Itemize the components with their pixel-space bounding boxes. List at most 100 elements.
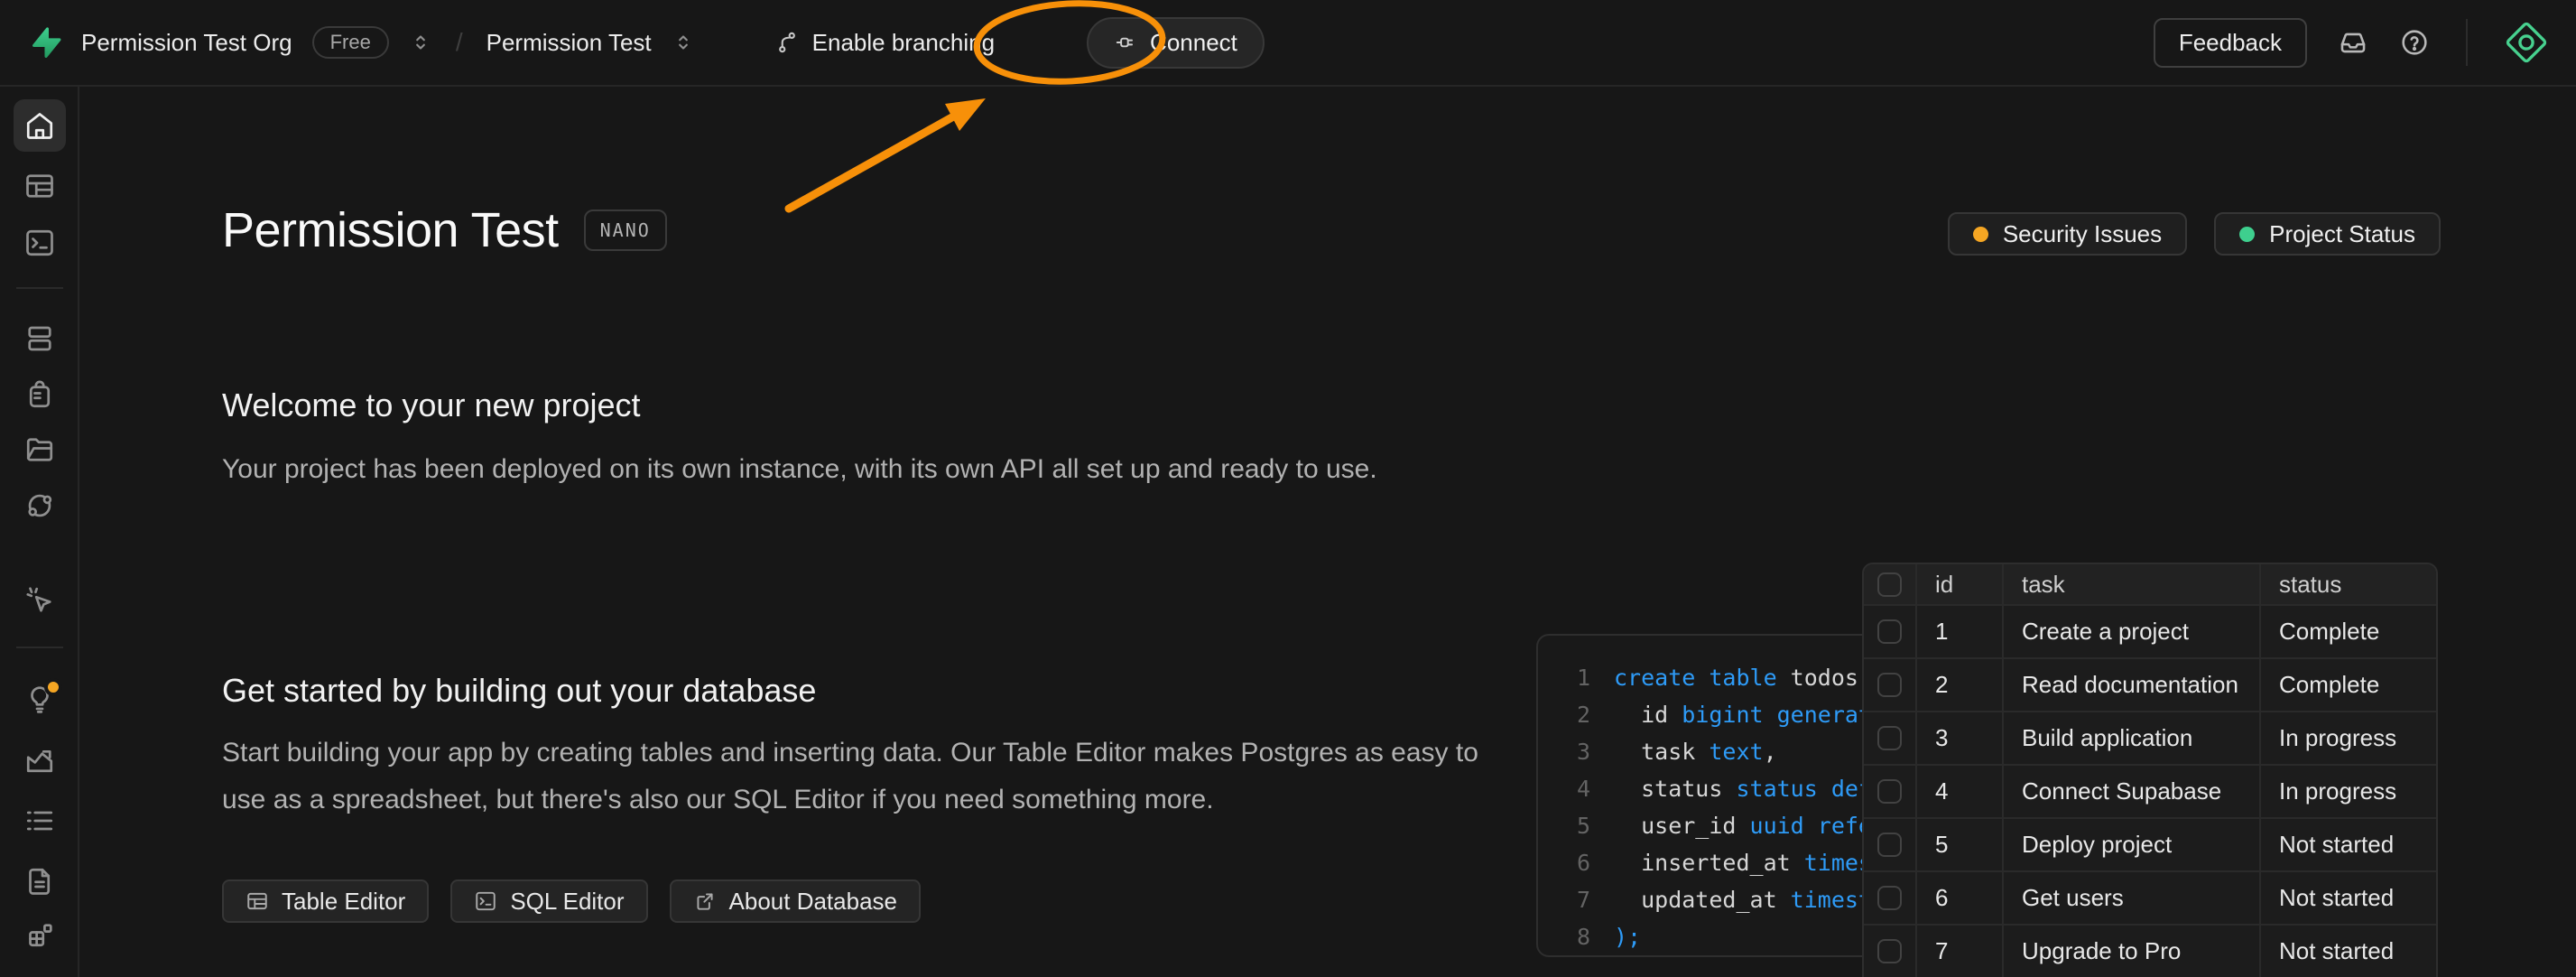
status-cell: Not started <box>2261 872 2436 924</box>
line-number: 2 <box>1538 702 1590 728</box>
warning-dot-icon <box>1973 227 1988 242</box>
sidebar-item-authentication[interactable] <box>14 368 66 421</box>
home-icon <box>23 109 56 142</box>
sidebar-item-sql-editor[interactable] <box>14 217 66 269</box>
checkbox-cell <box>1864 606 1917 657</box>
compute-size-badge[interactable]: NANO <box>584 209 667 251</box>
terminal-icon <box>474 889 497 913</box>
sidebar-item-database[interactable] <box>14 312 66 365</box>
reports-chart-icon <box>23 743 56 776</box>
status-cell: Not started <box>2261 926 2436 977</box>
project-title-block: Permission Test NANO <box>222 202 667 258</box>
status-cell: Complete <box>2261 659 2436 711</box>
column-header-status: status <box>2261 564 2436 604</box>
table-icon <box>246 889 269 913</box>
checkbox-cell <box>1864 766 1917 817</box>
row-checkbox[interactable] <box>1877 673 1902 697</box>
page-title: Permission Test <box>222 202 559 258</box>
status-cell: Complete <box>2261 606 2436 657</box>
healthy-dot-icon <box>2239 227 2255 242</box>
realtime-cursor-icon <box>23 584 56 617</box>
header-divider <box>2466 19 2468 66</box>
sidebar-item-reports[interactable] <box>14 733 66 786</box>
row-checkbox[interactable] <box>1877 619 1902 644</box>
sidebar-item-realtime[interactable] <box>14 574 66 627</box>
status-cell: In progress <box>2261 766 2436 817</box>
checkbox-cell <box>1864 872 1917 924</box>
table-row: 4Connect SupabaseIn progress <box>1864 766 2436 819</box>
table-editor-button[interactable]: Table Editor <box>222 879 429 923</box>
row-checkbox[interactable] <box>1877 886 1902 910</box>
security-issues-button[interactable]: Security Issues <box>1948 212 2187 256</box>
column-header-task: task <box>2004 564 2261 604</box>
row-checkbox[interactable] <box>1877 726 1902 750</box>
line-number: 8 <box>1538 924 1590 950</box>
enable-branching-label: Enable branching <box>812 29 995 57</box>
auth-lock-icon <box>23 378 56 411</box>
checkbox-cell <box>1864 819 1917 870</box>
about-database-button[interactable]: About Database <box>670 879 921 923</box>
code-text: create table todos ( <box>1590 665 1886 691</box>
table-row: 2Read documentationComplete <box>1864 659 2436 712</box>
line-number: 5 <box>1538 813 1590 839</box>
code-text: ); <box>1590 924 1641 950</box>
id-cell: 4 <box>1917 766 2004 817</box>
status-cell: In progress <box>2261 712 2436 764</box>
row-checkbox[interactable] <box>1877 833 1902 857</box>
org-name[interactable]: Permission Test Org <box>81 29 292 57</box>
help-icon[interactable] <box>2399 27 2430 58</box>
checkbox-cell <box>1864 712 1917 764</box>
about-database-label: About Database <box>729 888 897 916</box>
project-switcher-chevrons-icon[interactable] <box>672 31 695 54</box>
task-cell: Create a project <box>2004 606 2261 657</box>
inbox-icon[interactable] <box>2338 27 2368 58</box>
sidebar-item-table-editor[interactable] <box>14 160 66 212</box>
project-status-button[interactable]: Project Status <box>2214 212 2441 256</box>
sidebar-item-home[interactable] <box>14 99 66 152</box>
top-navigation-bar: Permission Test Org Free / Permission Te… <box>0 0 2576 87</box>
sql-editor-button[interactable]: SQL Editor <box>450 879 647 923</box>
api-docs-file-icon <box>23 865 56 898</box>
sidebar-item-storage[interactable] <box>14 423 66 476</box>
get-started-buttons: Table Editor SQL Editor About Database <box>222 879 921 923</box>
checkbox-cell <box>1864 564 1917 604</box>
table-row: 7Upgrade to ProNot started <box>1864 926 2436 977</box>
table-header-row: idtaskstatus <box>1864 564 2436 606</box>
connect-button[interactable]: Connect <box>1087 17 1265 69</box>
left-icon-sidebar <box>0 87 79 977</box>
get-started-heading: Get started by building out your databas… <box>222 672 816 710</box>
task-cell: Read documentation <box>2004 659 2261 711</box>
project-health-diamond-icon[interactable] <box>2504 20 2549 65</box>
status-cell: Not started <box>2261 819 2436 870</box>
logs-list-icon <box>23 805 56 837</box>
project-name-breadcrumb[interactable]: Permission Test <box>486 29 652 57</box>
feedback-button[interactable]: Feedback <box>2154 18 2307 68</box>
sidebar-item-api-docs[interactable] <box>14 855 66 907</box>
advisors-notification-dot <box>44 678 62 696</box>
select-all-checkbox[interactable] <box>1877 572 1902 597</box>
id-cell: 5 <box>1917 819 2004 870</box>
main-content: Permission Test NANO Security Issues Pro… <box>79 87 2576 977</box>
table-editor-icon <box>23 170 56 202</box>
sidebar-item-logs[interactable] <box>14 795 66 847</box>
id-cell: 3 <box>1917 712 2004 764</box>
supabase-logo-icon[interactable] <box>27 25 61 60</box>
checkbox-cell <box>1864 659 1917 711</box>
id-cell: 2 <box>1917 659 2004 711</box>
org-switcher-chevrons-icon[interactable] <box>409 31 432 54</box>
sidebar-item-edge-functions[interactable] <box>14 479 66 532</box>
enable-branching-button[interactable]: Enable branching <box>774 29 995 57</box>
checkbox-cell <box>1864 926 1917 977</box>
sidebar-item-advisors[interactable] <box>14 673 66 725</box>
integrations-blocks-icon <box>23 917 56 950</box>
sidebar-item-integrations[interactable] <box>14 907 66 960</box>
git-branch-icon <box>774 30 800 55</box>
id-cell: 6 <box>1917 872 2004 924</box>
sql-editor-label: SQL Editor <box>510 888 624 916</box>
task-cell: Connect Supabase <box>2004 766 2261 817</box>
row-checkbox[interactable] <box>1877 939 1902 963</box>
row-checkbox[interactable] <box>1877 779 1902 804</box>
table-row: 5Deploy projectNot started <box>1864 819 2436 872</box>
task-cell: Build application <box>2004 712 2261 764</box>
project-status-label: Project Status <box>2269 220 2415 248</box>
